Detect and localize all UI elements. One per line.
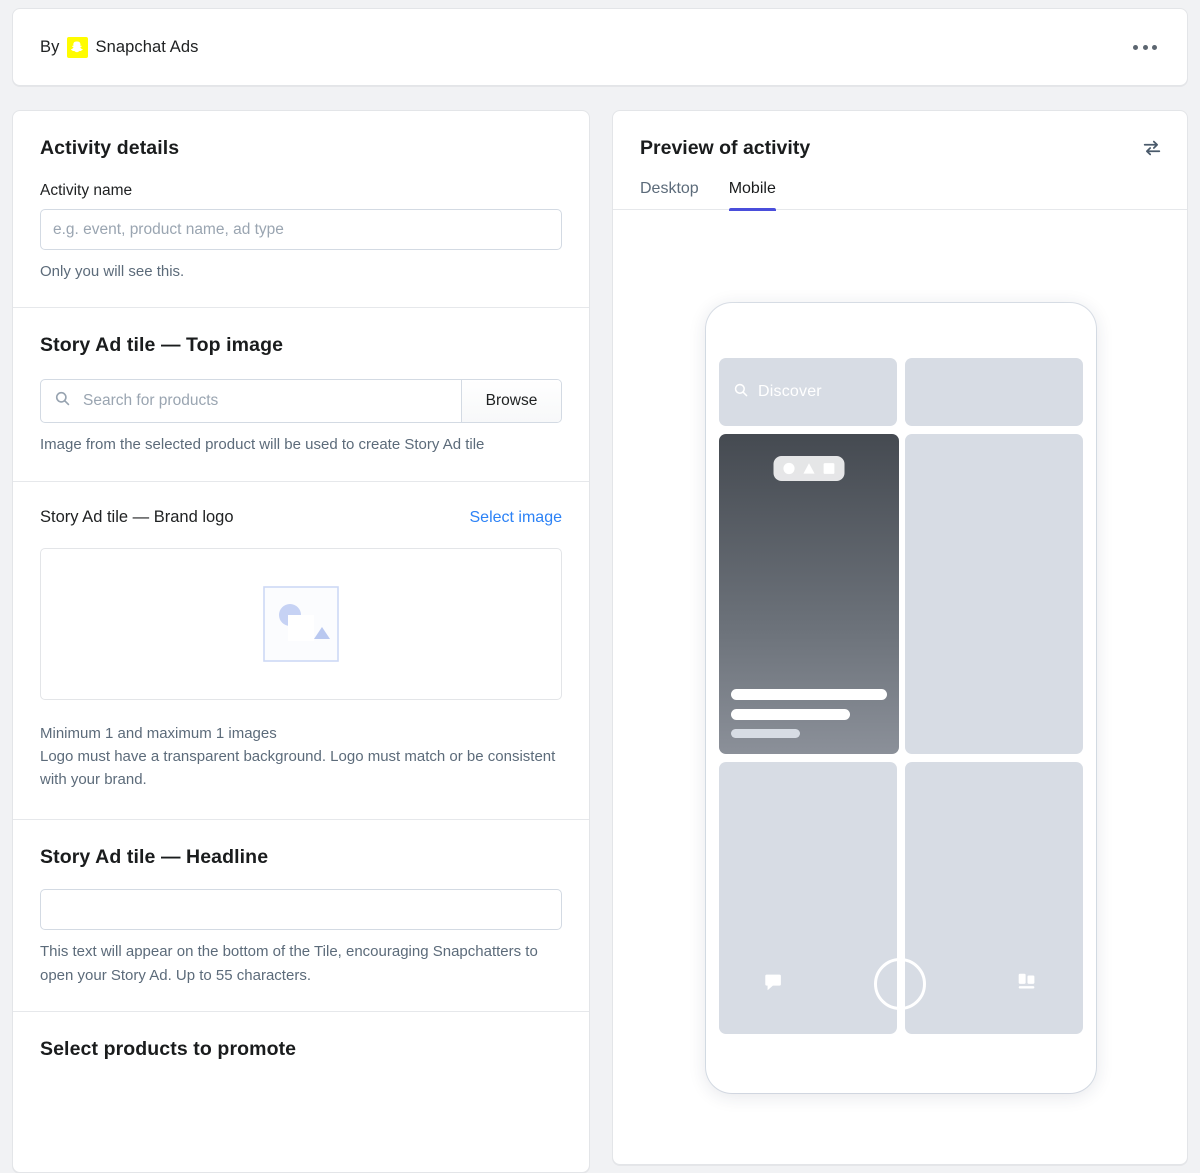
preview-header: Preview of activity Desktop Mobile [613,111,1187,211]
browse-button[interactable]: Browse [461,380,561,423]
section-select-products: Select products to promote [13,1010,589,1085]
mobile-phone-mock: Discover [706,303,1096,1093]
placeholder-tile [905,434,1083,754]
brand-logo-label: Story Ad tile — Brand logo [40,507,234,526]
select-image-link[interactable]: Select image [470,509,563,527]
shape-badge [773,456,845,481]
image-placeholder-icon [260,583,342,665]
preview-stage: Discover [613,210,1187,1130]
brand-logo-helper-line1: Minimum 1 and maximum 1 images [40,724,277,742]
story-text-bars [731,689,887,738]
preview-tabs: Desktop Mobile [613,179,1187,211]
preview-title: Preview of activity [640,137,811,159]
triangle-shape-icon [803,463,815,474]
column-divider [899,434,905,1038]
brand-logo-header: Story Ad tile — Brand logo Select image [40,508,562,527]
phone-screen: Discover [706,358,1096,1038]
discover-label: Discover [758,383,822,400]
byline: By Snapchat Ads [40,36,199,58]
activity-form-card: Activity details Activity name Only you … [12,110,590,1173]
preview-card: Preview of activity Desktop Mobile Disco… [612,110,1188,1165]
kebab-dot [1152,44,1157,50]
select-products-title: Select products to promote [40,1037,297,1060]
square-shape-icon [823,463,835,474]
tab-desktop[interactable]: Desktop [640,180,699,210]
activity-name-input[interactable] [40,209,562,250]
kebab-dot [1133,44,1138,50]
activity-details-title: Activity details [40,137,180,159]
search-icon [733,382,758,403]
brand-logo-dropzone[interactable] [40,547,562,700]
section-top-image: Story Ad tile — Top image Browse Image f… [13,307,589,480]
section-activity-details: Activity details Activity name Only you … [13,111,589,307]
section-brand-logo: Story Ad tile — Brand logo Select image … [13,480,589,820]
app-header-card: By Snapchat Ads [12,8,1188,86]
top-image-title: Story Ad tile — Top image [40,334,284,357]
text-bar [731,729,800,738]
kebab-dot [1142,44,1148,50]
placeholder-tile [905,358,1083,426]
discover-search-tile[interactable]: Discover [719,358,897,426]
activity-name-label: Activity name [40,182,133,199]
product-search-input[interactable] [81,391,448,412]
section-headline: Story Ad tile — Headline This text will … [13,819,589,1011]
activity-name-helper: Only you will see this. [40,263,185,280]
circle-shape-icon [783,462,795,475]
text-bar [731,709,850,720]
product-search-wrap [41,380,461,422]
by-label: By [40,37,60,56]
search-icon [54,390,81,412]
headline-title: Story Ad tile — Headline [40,846,269,869]
top-image-helper: Image from the selected product will be … [40,436,485,454]
brand-logo-helper-line2: Logo must have a transparent background.… [40,747,556,788]
text-bar [731,689,887,700]
brand-name: Snapchat Ads [95,37,199,56]
placeholder-tile [719,762,897,1034]
story-ad-tile-preview[interactable] [719,434,899,754]
page-root: By Snapchat Ads Activity details Activit… [0,0,1200,1173]
tab-mobile[interactable]: Mobile [728,180,776,211]
placeholder-tile [905,762,1083,1034]
ellipsis-horizontal-icon[interactable] [1129,35,1161,60]
headline-helper: This text will appear on the bottom of t… [40,943,538,984]
discover-inner: Discover [719,358,897,426]
snapchat-ghost-icon [67,36,89,58]
product-search-row: Browse [40,379,562,424]
swap-arrows-icon[interactable] [1141,137,1163,164]
headline-input[interactable] [40,889,562,931]
